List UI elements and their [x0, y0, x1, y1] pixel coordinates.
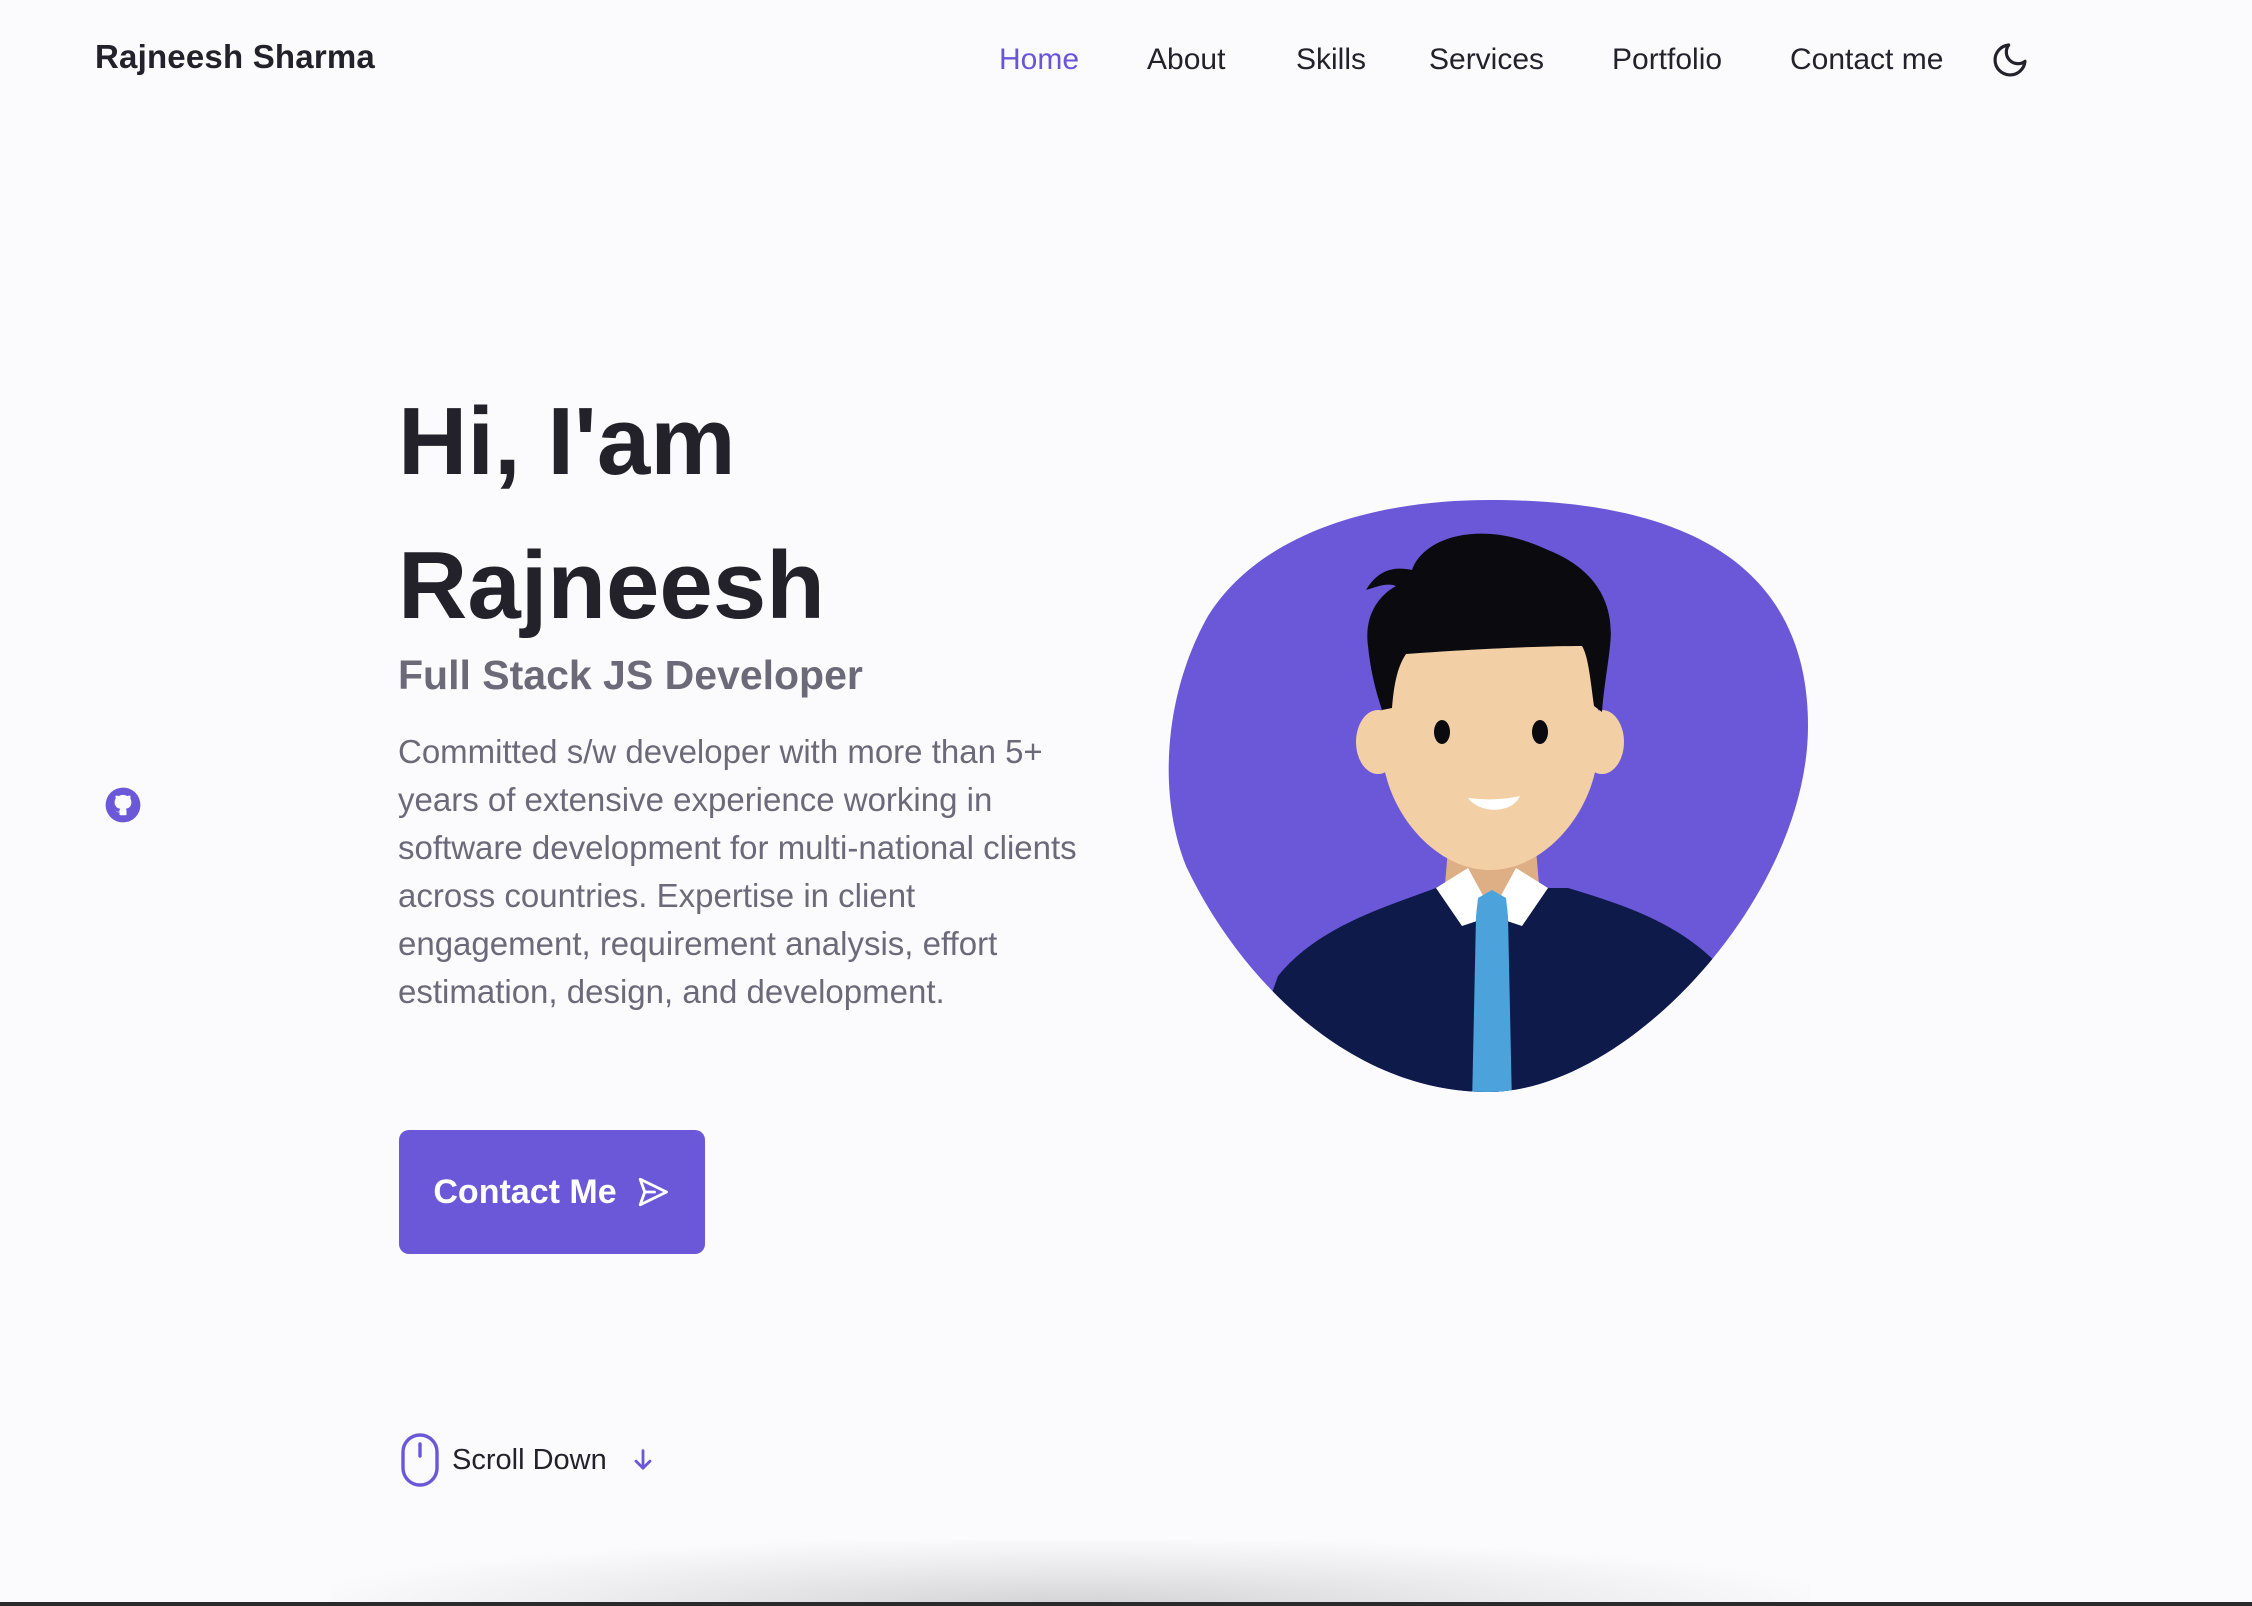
hero-title-line1: Hi, I'am — [398, 388, 736, 495]
nav-contact[interactable]: Contact me — [1790, 38, 1943, 82]
arrow-down-icon — [634, 1449, 652, 1470]
nav-skills[interactable]: Skills — [1296, 38, 1366, 82]
hero-title-line2: Rajneesh — [398, 532, 825, 639]
page-bottom-edge — [0, 1602, 2252, 1606]
hero-title: Hi, I'am Rajneesh — [398, 370, 1098, 658]
nav-portfolio[interactable]: Portfolio — [1612, 38, 1722, 82]
scroll-down-label: Scroll Down — [452, 1443, 607, 1476]
nav-services[interactable]: Services — [1429, 38, 1544, 82]
section-shadow — [330, 1540, 1810, 1606]
moon-icon[interactable] — [1990, 40, 2030, 80]
github-icon[interactable] — [104, 786, 142, 824]
hero-description: Committed s/w developer with more than 5… — [398, 733, 1077, 1010]
main-nav: Home About Skills Services Portfolio Con… — [0, 38, 2252, 82]
nav-about[interactable]: About — [1147, 38, 1225, 82]
scroll-down-link[interactable]: Scroll Down — [400, 1432, 657, 1488]
contact-me-label: Contact Me — [433, 1172, 617, 1211]
nav-home[interactable]: Home — [999, 38, 1079, 82]
hero-subtitle: Full Stack JS Developer — [398, 652, 863, 698]
mouse-icon — [401, 1433, 439, 1487]
send-icon — [638, 1177, 668, 1207]
header: Rajneesh Sharma Home About Skills Servic… — [0, 0, 2252, 120]
profile-avatar — [1168, 496, 1812, 1096]
contact-me-button[interactable]: Contact Me — [399, 1130, 705, 1254]
